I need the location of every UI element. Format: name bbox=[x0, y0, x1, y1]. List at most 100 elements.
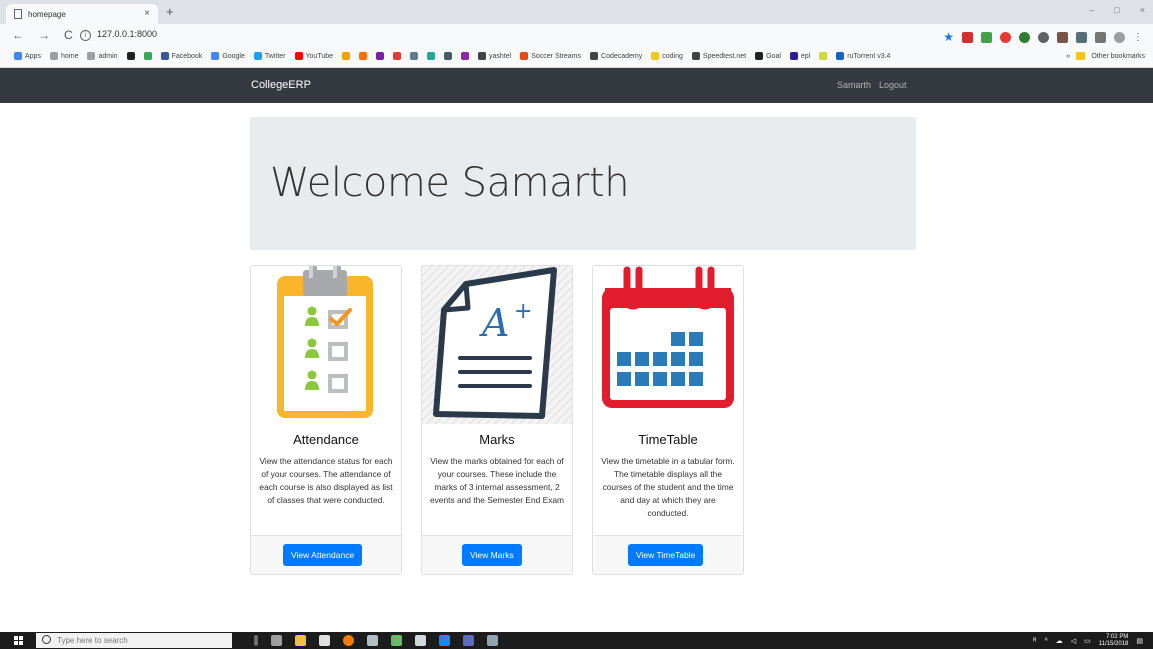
extension-icon[interactable] bbox=[1057, 31, 1068, 43]
bookmark-label: yashtel bbox=[489, 52, 512, 60]
bookmark-item[interactable]: Apps bbox=[14, 52, 41, 60]
clock[interactable]: 7:02 PM 11/15/2018 bbox=[1099, 634, 1129, 648]
bookmark-label: admin bbox=[98, 52, 118, 60]
extension-icon[interactable] bbox=[1095, 31, 1106, 43]
bookmark-item[interactable] bbox=[427, 52, 436, 60]
bookmark-item[interactable]: home bbox=[49, 52, 78, 60]
tab-close-icon[interactable]: × bbox=[144, 8, 150, 19]
restore-icon[interactable]: □ bbox=[1114, 5, 1119, 15]
bookmark-favicon-icon bbox=[651, 52, 660, 60]
bookmark-favicon-icon bbox=[590, 52, 599, 60]
taskbar-search-input[interactable]: Type here to search bbox=[36, 633, 232, 648]
windows-start-icon[interactable] bbox=[14, 636, 23, 645]
bookmark-item[interactable]: yashtel bbox=[478, 52, 511, 60]
view-timetable-button[interactable]: View TimeTable bbox=[628, 544, 704, 566]
bookmark-item[interactable]: coding bbox=[651, 52, 683, 60]
reload-icon[interactable]: C bbox=[64, 28, 73, 42]
bookmark-item[interactable] bbox=[393, 52, 402, 60]
other-bookmarks[interactable]: Other bookmarks bbox=[1091, 53, 1145, 60]
bookmark-item[interactable]: Soccer Streams bbox=[520, 52, 581, 60]
bookmark-item[interactable] bbox=[461, 52, 470, 60]
volume-icon[interactable]: ◁ bbox=[1071, 637, 1076, 645]
bookmark-item[interactable] bbox=[126, 52, 135, 60]
file-explorer-icon[interactable] bbox=[295, 635, 306, 646]
address-input[interactable]: i 127.0.0.1:8000 bbox=[80, 29, 157, 41]
bookmark-favicon-icon bbox=[461, 52, 470, 60]
bookmark-label: Goal bbox=[766, 52, 781, 60]
task-view-icon[interactable] bbox=[271, 635, 282, 646]
minimize-icon[interactable]: – bbox=[1089, 5, 1094, 15]
bookmark-item[interactable]: YouTube bbox=[294, 52, 333, 60]
notifications-icon[interactable]: ▤ bbox=[1136, 637, 1143, 645]
tray-chevron-icon[interactable]: ^ bbox=[1044, 638, 1047, 645]
new-tab-button[interactable]: + bbox=[166, 4, 174, 19]
bookmark-item[interactable] bbox=[410, 52, 419, 60]
card-title: Attendance bbox=[293, 432, 359, 447]
microphone-icon[interactable] bbox=[254, 635, 258, 646]
bookmark-item[interactable]: epl bbox=[789, 52, 810, 60]
app-icon[interactable] bbox=[367, 635, 378, 646]
bookmark-item[interactable] bbox=[359, 52, 368, 60]
close-window-icon[interactable]: × bbox=[1140, 5, 1145, 15]
menu-kebab-icon[interactable]: ⋮ bbox=[1133, 32, 1143, 43]
address-bar-row: ← → C i 127.0.0.1:8000 ★ ⋮ bbox=[0, 24, 1153, 48]
bookmark-item[interactable]: Google bbox=[211, 52, 245, 60]
card-footer: View Marks bbox=[422, 535, 572, 574]
extension-icon[interactable] bbox=[1038, 31, 1049, 43]
bookmark-item[interactable]: Goal bbox=[755, 52, 781, 60]
app-icon[interactable] bbox=[463, 635, 474, 646]
back-icon[interactable]: ← bbox=[12, 28, 24, 42]
onedrive-icon[interactable]: ☁ bbox=[1056, 637, 1063, 645]
extension-icon[interactable] bbox=[962, 31, 973, 43]
forward-icon[interactable]: → bbox=[38, 28, 50, 42]
extension-icon[interactable] bbox=[1000, 31, 1011, 43]
bookmark-label: ruTorrent v3.4 bbox=[847, 52, 891, 60]
info-icon[interactable]: i bbox=[80, 30, 91, 41]
bookmark-item[interactable]: Facebook bbox=[160, 52, 202, 60]
tab-title: homepage bbox=[28, 9, 66, 19]
bookmark-item[interactable]: Speedtest.net bbox=[691, 52, 747, 60]
logout-link[interactable]: Logout bbox=[879, 80, 907, 90]
network-icon[interactable]: ▭ bbox=[1084, 637, 1091, 645]
profile-icon[interactable] bbox=[1114, 31, 1125, 43]
jumbotron: Welcome Samarth bbox=[250, 117, 916, 250]
bookmark-label: Speedtest.net bbox=[702, 52, 747, 60]
app-icon[interactable] bbox=[415, 635, 426, 646]
extension-icon[interactable] bbox=[1076, 31, 1087, 43]
bookmarks-overflow[interactable]: » bbox=[1066, 53, 1070, 60]
brand-link[interactable]: CollegeERP bbox=[251, 79, 311, 91]
nav-links: Samarth Logout bbox=[837, 80, 907, 90]
bookmark-item[interactable] bbox=[376, 52, 385, 60]
bookmarks-bar: Apps home admin Facebook Google Twitter YouTub… bbox=[0, 48, 1153, 68]
bookmark-favicon-icon bbox=[393, 52, 402, 60]
bookmark-star-icon[interactable]: ★ bbox=[943, 30, 954, 44]
people-icon[interactable]: ᴿ bbox=[1033, 638, 1036, 645]
bookmark-item[interactable]: Twitter bbox=[253, 52, 286, 60]
bookmark-label: Codecademy bbox=[601, 52, 643, 60]
welcome-heading: Welcome Samarth bbox=[270, 160, 630, 206]
user-link[interactable]: Samarth bbox=[837, 80, 871, 90]
bookmark-item[interactable] bbox=[444, 52, 453, 60]
bookmark-item[interactable] bbox=[819, 52, 828, 60]
app-icon[interactable] bbox=[439, 635, 450, 646]
bookmark-favicon-icon bbox=[359, 52, 368, 60]
view-attendance-button[interactable]: View Attendance bbox=[283, 544, 363, 566]
bookmark-item[interactable]: ruTorrent v3.4 bbox=[836, 52, 890, 60]
extension-icon[interactable] bbox=[1019, 31, 1030, 43]
app-icon[interactable] bbox=[391, 635, 402, 646]
bookmark-item[interactable] bbox=[143, 52, 152, 60]
bookmark-favicon-icon bbox=[836, 52, 845, 60]
view-marks-button[interactable]: View Marks bbox=[462, 544, 522, 566]
browser-app-icon[interactable] bbox=[343, 635, 354, 646]
browser-tab[interactable]: homepage × bbox=[6, 4, 158, 24]
bookmark-item[interactable]: Codecademy bbox=[590, 52, 642, 60]
photos-icon[interactable] bbox=[487, 635, 498, 646]
bookmark-favicon-icon bbox=[126, 52, 135, 60]
card-title: TimeTable bbox=[638, 432, 698, 447]
bookmark-label: Google bbox=[222, 52, 245, 60]
extension-icon[interactable] bbox=[981, 31, 992, 43]
folder-icon bbox=[1076, 52, 1086, 60]
app-icon[interactable] bbox=[319, 635, 330, 646]
bookmark-item[interactable] bbox=[342, 52, 351, 60]
bookmark-item[interactable]: admin bbox=[87, 52, 118, 60]
